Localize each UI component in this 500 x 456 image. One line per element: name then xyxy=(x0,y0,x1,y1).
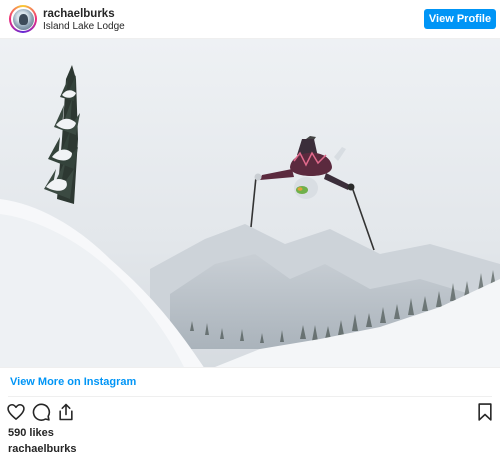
view-more-on-instagram-link[interactable]: View More on Instagram xyxy=(10,376,136,388)
post-header: rachaelburks Island Lake Lodge View Prof… xyxy=(0,0,500,38)
header-username[interactable]: rachaelburks xyxy=(43,8,115,20)
caption-username[interactable]: rachaelburks xyxy=(8,443,76,455)
bookmark-icon[interactable] xyxy=(475,402,495,422)
post-actions xyxy=(0,400,500,424)
share-icon[interactable] xyxy=(56,402,76,422)
likes-count[interactable]: 590 likes xyxy=(8,427,54,439)
view-profile-button[interactable]: View Profile xyxy=(424,9,496,29)
header-location[interactable]: Island Lake Lodge xyxy=(43,21,125,32)
comment-icon[interactable] xyxy=(31,402,51,422)
heart-icon[interactable] xyxy=(6,402,26,422)
avatar[interactable] xyxy=(9,5,37,33)
divider xyxy=(8,396,492,397)
post-photo[interactable] xyxy=(0,38,500,368)
instagram-embed-card: rachaelburks Island Lake Lodge View Prof… xyxy=(0,0,500,456)
